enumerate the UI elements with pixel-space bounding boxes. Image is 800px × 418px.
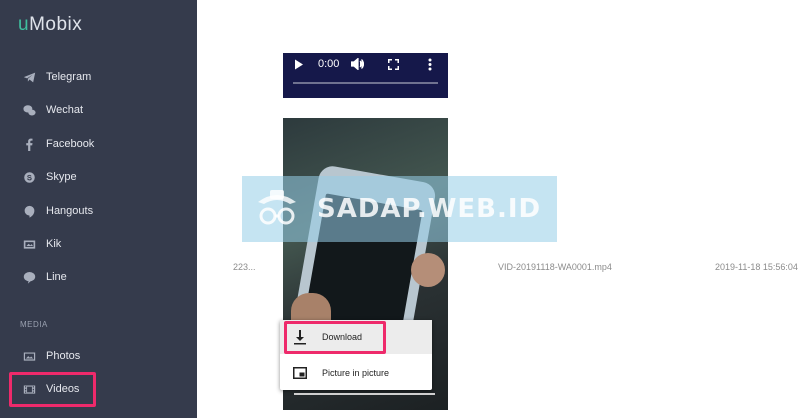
sidebar-item-wechat[interactable]: Wechat <box>0 97 197 123</box>
sidebar-item-label: Telegram <box>46 71 92 83</box>
file-datetime: 2019-11-18 15:56:04 <box>715 262 798 272</box>
sidebar-item-kik[interactable]: Kik <box>0 231 197 257</box>
sidebar-item-label: Kik <box>46 238 62 250</box>
skype-icon <box>22 170 36 184</box>
sidebar: uMobix Telegram Wechat Facebook Skype Ha… <box>0 0 197 418</box>
sidebar-item-facebook[interactable]: Facebook <box>0 131 197 157</box>
app-logo[interactable]: uMobix <box>18 14 82 36</box>
section-label-media: MEDIA <box>20 320 48 329</box>
kik-icon <box>22 237 36 251</box>
video-controls: 0:00 <box>283 53 448 77</box>
fullscreen-icon[interactable] <box>388 59 399 73</box>
sidebar-item-label: Line <box>46 271 67 283</box>
picture-in-picture-icon <box>292 365 308 381</box>
line-icon <box>22 270 36 284</box>
menu-item-picture-in-picture[interactable]: Picture in picture <box>280 356 432 390</box>
play-icon[interactable] <box>294 59 304 73</box>
facebook-icon <box>22 137 36 151</box>
sidebar-item-label: Wechat <box>46 104 84 116</box>
watermark: SADAP.WEB.ID <box>242 176 557 242</box>
sidebar-item-photos[interactable]: Photos <box>0 343 197 369</box>
video-progress-bar-bottom[interactable] <box>294 393 435 395</box>
sidebar-item-label: Hangouts <box>46 205 94 217</box>
sidebar-item-label: Skype <box>46 171 77 183</box>
watermark-text: SADAP.WEB.ID <box>317 194 542 224</box>
sidebar-item-label: Photos <box>46 350 81 362</box>
hangouts-icon <box>22 204 36 218</box>
sidebar-item-skype[interactable]: Skype <box>0 164 197 190</box>
more-options-icon[interactable] <box>428 58 432 74</box>
sidebar-item-line[interactable]: Line <box>0 264 197 290</box>
video-progress-bar[interactable] <box>293 82 438 84</box>
volume-icon[interactable] <box>350 57 365 73</box>
wechat-icon <box>22 103 36 117</box>
file-name: VID-20191118-WA0001.mp4 <box>498 262 612 272</box>
menu-item-label: Picture in picture <box>322 368 390 378</box>
highlight-box-videos <box>9 372 96 407</box>
time-display: 0:00 <box>318 58 340 70</box>
file-size: 223... <box>233 262 256 272</box>
sidebar-item-telegram[interactable]: Telegram <box>0 64 197 90</box>
sidebar-item-hangouts[interactable]: Hangouts <box>0 198 197 224</box>
watermark-logo-icon <box>258 190 296 225</box>
telegram-icon <box>22 70 36 84</box>
photos-icon <box>22 349 36 363</box>
video-player-top[interactable]: 0:00 <box>283 53 448 98</box>
sidebar-item-label: Facebook <box>46 138 95 150</box>
highlight-box-download <box>284 321 386 354</box>
